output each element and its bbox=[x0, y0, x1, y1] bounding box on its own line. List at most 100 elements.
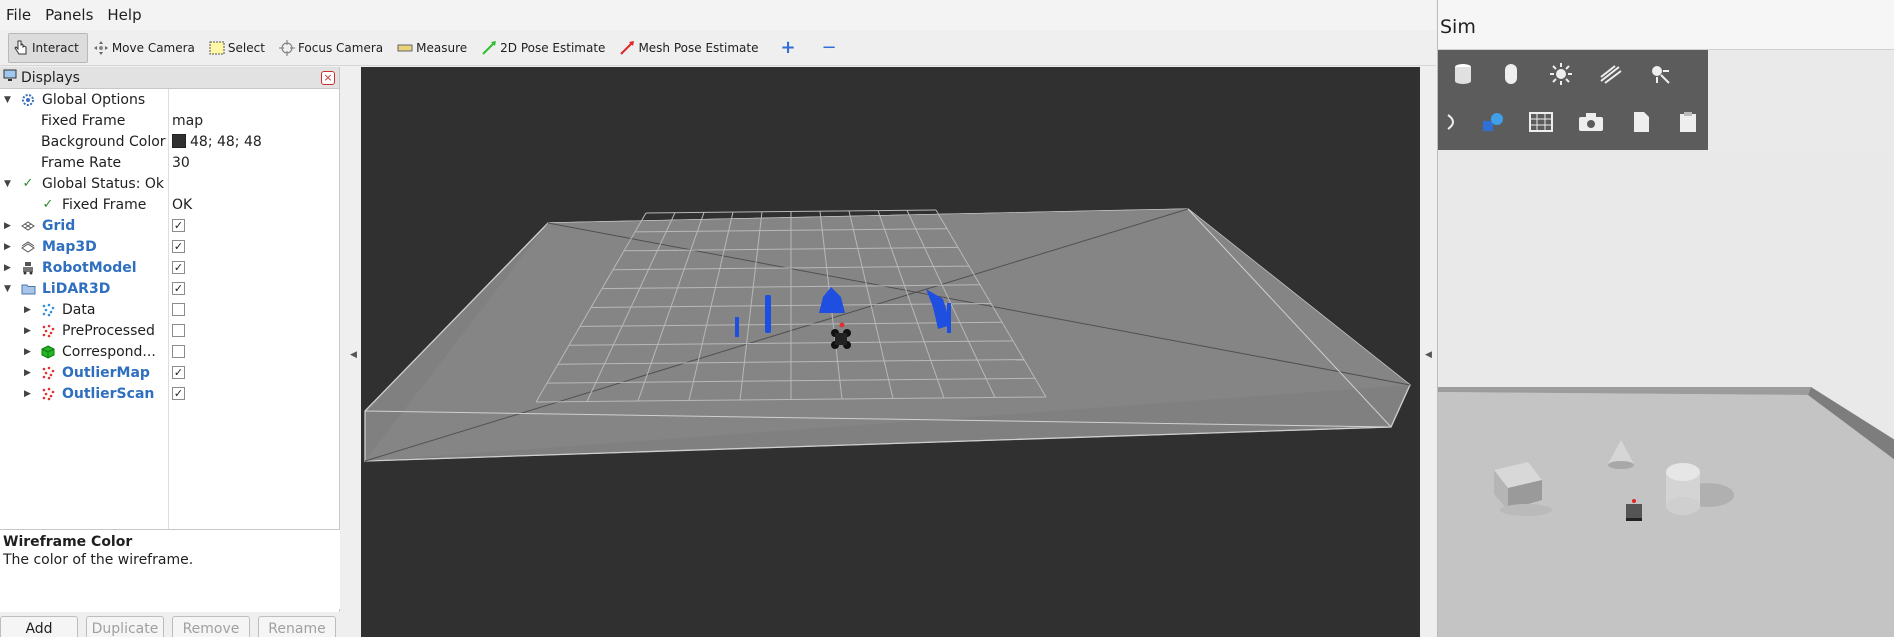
add-tool-button[interactable]: + bbox=[767, 33, 808, 63]
tree-row-map3d[interactable]: ▶ Map3D ✓ bbox=[0, 236, 340, 257]
pointcloud-red-icon bbox=[40, 386, 56, 402]
tool-2d-pose-estimate[interactable]: 2D Pose Estimate bbox=[476, 33, 614, 63]
enable-checkbox[interactable]: ✓ bbox=[172, 240, 185, 253]
paste-icon[interactable] bbox=[1673, 108, 1703, 136]
enable-checkbox[interactable]: ✓ bbox=[172, 282, 185, 295]
tool-measure[interactable]: Measure bbox=[392, 33, 476, 63]
tree-row-frame-rate[interactable]: Frame Rate 30 bbox=[0, 152, 340, 173]
tree-row-correspondences[interactable]: ▶ Correspond... bbox=[0, 341, 340, 362]
sim-titlebar: Sim bbox=[1438, 0, 1894, 50]
description-title: Wireframe Color bbox=[3, 534, 133, 550]
joint-icon[interactable] bbox=[1438, 108, 1468, 136]
enable-checkbox[interactable] bbox=[172, 345, 185, 358]
robot-icon bbox=[20, 260, 36, 276]
tree-row-background-color[interactable]: Background Color 48; 48; 48 bbox=[0, 131, 340, 152]
tree-row-preprocessed[interactable]: ▶ PreProcessed bbox=[0, 320, 340, 341]
collapsed-arrow-icon[interactable]: ▶ bbox=[24, 347, 31, 357]
collapse-left-handle[interactable]: ◀ bbox=[350, 350, 357, 360]
property-description: Wireframe Color The color of the wirefra… bbox=[0, 529, 340, 609]
property-value[interactable]: 48; 48; 48 bbox=[172, 133, 262, 150]
menu-file[interactable]: File bbox=[6, 6, 31, 24]
sim-3d-scene[interactable] bbox=[1438, 150, 1894, 637]
collapsed-arrow-icon[interactable]: ▶ bbox=[4, 221, 11, 231]
tree-label: Global Options bbox=[42, 91, 146, 108]
collapsed-arrow-icon[interactable]: ▶ bbox=[4, 263, 11, 273]
rviz-window: File Panels Help Interact Move Camera Se… bbox=[0, 0, 1436, 637]
tool-move-camera[interactable]: Move Camera bbox=[88, 33, 204, 63]
tool-label: Mesh Pose Estimate bbox=[638, 40, 759, 55]
camera-icon[interactable] bbox=[1576, 108, 1606, 136]
color-swatch[interactable] bbox=[172, 133, 186, 148]
enable-checkbox[interactable]: ✓ bbox=[172, 219, 185, 232]
tree-label: Fixed Frame bbox=[62, 196, 147, 213]
expanded-arrow-icon[interactable]: ▼ bbox=[4, 95, 11, 105]
minus-icon: − bbox=[821, 37, 837, 58]
tree-row-fixed-frame[interactable]: Fixed Frame map bbox=[0, 110, 340, 131]
3d-viewport[interactable] bbox=[361, 67, 1420, 637]
menu-panels[interactable]: Panels bbox=[45, 6, 93, 24]
collapsed-arrow-icon[interactable]: ▶ bbox=[24, 326, 31, 336]
rename-button[interactable]: Rename bbox=[258, 616, 336, 637]
tree-row-lidar3d[interactable]: ▼ LiDAR3D ✓ bbox=[0, 278, 340, 299]
duplicate-button[interactable]: Duplicate bbox=[86, 616, 164, 637]
collapsed-arrow-icon[interactable]: ▶ bbox=[24, 305, 31, 315]
gear-icon bbox=[20, 92, 36, 108]
cube-green-icon bbox=[40, 344, 56, 360]
displays-panel: Displays × ▼ Global Options Fixed Frame … bbox=[0, 67, 340, 637]
expanded-arrow-icon[interactable]: ▼ bbox=[4, 179, 11, 189]
tool-mesh-pose-estimate[interactable]: Mesh Pose Estimate bbox=[614, 33, 767, 63]
enable-checkbox[interactable]: ✓ bbox=[172, 387, 185, 400]
collapsed-arrow-icon[interactable]: ▶ bbox=[24, 389, 31, 399]
spot-light-icon[interactable] bbox=[1646, 60, 1676, 88]
tree-label: Map3D bbox=[42, 238, 97, 255]
green-arrow-icon bbox=[481, 40, 497, 56]
check-icon: ✓ bbox=[22, 176, 34, 191]
capsule-icon[interactable] bbox=[1496, 60, 1526, 88]
cylinder-icon[interactable] bbox=[1448, 60, 1478, 88]
tool-label: 2D Pose Estimate bbox=[500, 40, 606, 55]
displays-tree: ▼ Global Options Fixed Frame map Backgro… bbox=[0, 89, 340, 529]
tree-label: OutlierScan bbox=[62, 385, 155, 402]
ruler-icon bbox=[397, 40, 413, 56]
grid-view-icon[interactable] bbox=[1526, 108, 1556, 136]
tree-row-grid[interactable]: ▶ Grid ✓ bbox=[0, 215, 340, 236]
tool-label: Focus Camera bbox=[297, 40, 384, 55]
enable-checkbox[interactable]: ✓ bbox=[172, 261, 185, 274]
add-button[interactable]: Add bbox=[0, 616, 78, 637]
expanded-arrow-icon[interactable]: ▼ bbox=[4, 284, 11, 294]
tool-focus-camera[interactable]: Focus Camera bbox=[274, 33, 392, 63]
enable-checkbox[interactable] bbox=[172, 303, 185, 316]
property-value: OK bbox=[172, 196, 193, 213]
collapsed-arrow-icon[interactable]: ▶ bbox=[24, 368, 31, 378]
enable-checkbox[interactable] bbox=[172, 324, 185, 337]
sim-title: Sim bbox=[1440, 16, 1476, 38]
sun-icon[interactable] bbox=[1546, 60, 1576, 88]
displays-header: Displays × bbox=[0, 67, 339, 89]
tool-label: Move Camera bbox=[111, 40, 195, 55]
menu-help[interactable]: Help bbox=[107, 6, 141, 24]
collapse-right-handle[interactable]: ◀ bbox=[1425, 350, 1432, 360]
tree-row-outlierscan[interactable]: ▶ OutlierScan ✓ bbox=[0, 383, 340, 404]
copy-icon[interactable] bbox=[1626, 108, 1656, 136]
tree-row-global-options[interactable]: ▼ Global Options bbox=[0, 89, 340, 110]
property-value[interactable]: map bbox=[172, 113, 203, 129]
tree-row-robotmodel[interactable]: ▶ RobotModel ✓ bbox=[0, 257, 340, 278]
pointcloud-red-icon bbox=[40, 365, 56, 381]
pointcloud-blue-icon bbox=[40, 302, 56, 318]
tool-select[interactable]: Select bbox=[204, 33, 274, 63]
property-value[interactable]: 30 bbox=[172, 155, 190, 171]
close-icon[interactable]: × bbox=[321, 70, 335, 85]
tree-row-data[interactable]: ▶ Data bbox=[0, 299, 340, 320]
shapes-icon[interactable] bbox=[1478, 108, 1508, 136]
tool-interact[interactable]: Interact bbox=[8, 32, 88, 63]
pointcloud-red-icon bbox=[40, 323, 56, 339]
directional-light-icon[interactable] bbox=[1596, 60, 1626, 88]
enable-checkbox[interactable]: ✓ bbox=[172, 366, 185, 379]
collapsed-arrow-icon[interactable]: ▶ bbox=[4, 242, 11, 252]
remove-tool-button[interactable]: − bbox=[809, 33, 850, 63]
tree-row-global-status[interactable]: ▼ ✓ Global Status: Ok bbox=[0, 173, 340, 194]
tree-label: Background Color bbox=[41, 133, 166, 150]
tree-row-status-fixed-frame[interactable]: ✓ Fixed Frame OK bbox=[0, 194, 340, 215]
remove-button[interactable]: Remove bbox=[172, 616, 250, 637]
tree-row-outliermap[interactable]: ▶ OutlierMap ✓ bbox=[0, 362, 340, 383]
